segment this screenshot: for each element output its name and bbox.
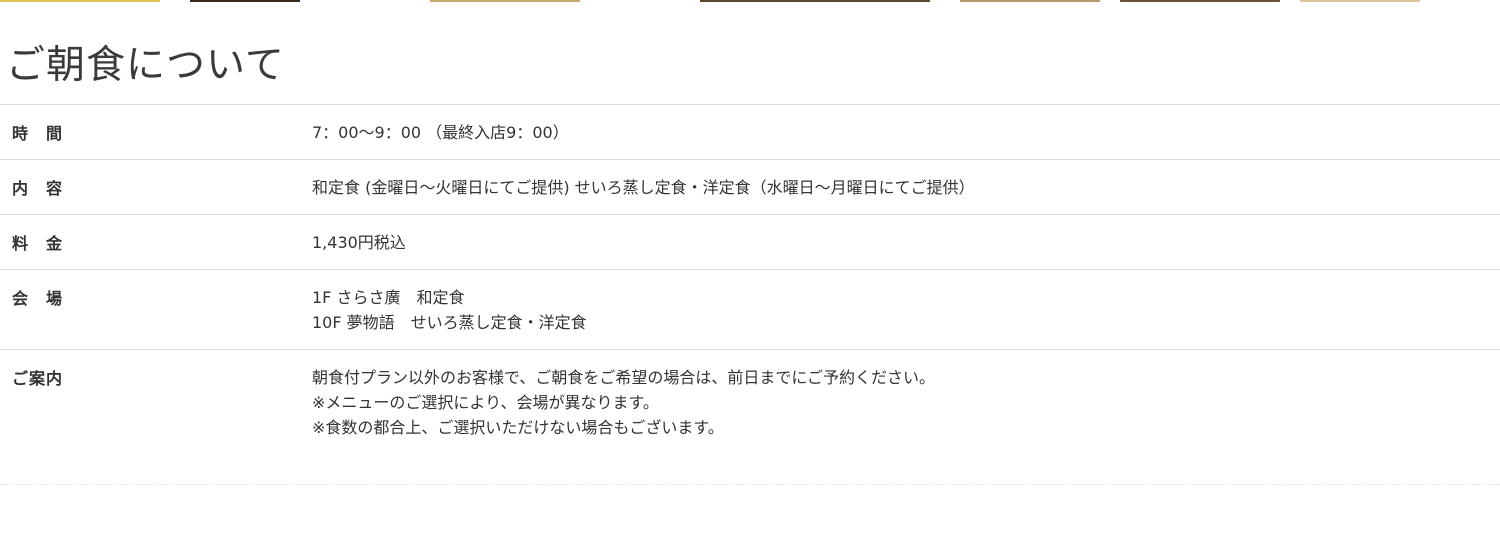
- table-row: 会 場 1F さらさ廣 和定食 10F 夢物語 せいろ蒸し定食・洋定食: [0, 270, 1500, 350]
- table-row: 内 容 和定食 (金曜日〜火曜日にてご提供) せいろ蒸し定食・洋定食（水曜日〜月…: [0, 160, 1500, 215]
- section-divider: [0, 484, 1500, 485]
- row-label-time: 時 間: [0, 105, 312, 160]
- row-value-content: 和定食 (金曜日〜火曜日にてご提供) せいろ蒸し定食・洋定食（水曜日〜月曜日にて…: [312, 160, 1500, 215]
- row-value-line: 和定食 (金曜日〜火曜日にてご提供) せいろ蒸し定食・洋定食（水曜日〜月曜日にて…: [312, 178, 975, 197]
- row-value-venue: 1F さらさ廣 和定食 10F 夢物語 せいろ蒸し定食・洋定食: [312, 270, 1500, 350]
- table-row: 料 金 1,430円税込: [0, 215, 1500, 270]
- breakfast-info-table: 時 間 7：00〜9：00 （最終入店9：00） 内 容 和定食 (金曜日〜火曜…: [0, 104, 1500, 475]
- row-label-venue: 会 場: [0, 270, 312, 350]
- row-value-line: ※食数の都合上、ご選択いただけない場合もございます。: [312, 418, 724, 437]
- row-value-line: 1F さらさ廣 和定食: [312, 288, 465, 307]
- row-value-guide: 朝食付プラン以外のお客様で、ご朝食をご希望の場合は、前日までにご予約ください。 …: [312, 350, 1500, 476]
- row-value-line: ※メニューのご選択により、会場が異なります。: [312, 393, 659, 412]
- row-label: 料 金: [12, 234, 64, 253]
- row-label-price: 料 金: [0, 215, 312, 270]
- row-label: 会 場: [12, 289, 64, 308]
- row-label-content: 内 容: [0, 160, 312, 215]
- row-label: 時 間: [12, 124, 64, 143]
- row-value-line: 7：00〜9：00 （最終入店9：00）: [312, 123, 569, 142]
- row-value-price: 1,430円税込: [312, 215, 1500, 270]
- row-value-time: 7：00〜9：00 （最終入店9：00）: [312, 105, 1500, 160]
- row-value-line: 10F 夢物語 せいろ蒸し定食・洋定食: [312, 313, 587, 332]
- table-row: 時 間 7：00〜9：00 （最終入店9：00）: [0, 105, 1500, 160]
- row-value-line: 1,430円税込: [312, 233, 406, 252]
- section-title: ご朝食について: [6, 43, 285, 88]
- row-value-line: 朝食付プラン以外のお客様で、ご朝食をご希望の場合は、前日までにご予約ください。: [312, 368, 936, 387]
- header-image-edge: [0, 0, 1500, 4]
- table-row: ご案内 朝食付プラン以外のお客様で、ご朝食をご希望の場合は、前日までにご予約くだ…: [0, 350, 1500, 476]
- row-label: 内 容: [12, 179, 64, 198]
- row-label: ご案内: [12, 369, 64, 388]
- row-label-guide: ご案内: [0, 350, 312, 476]
